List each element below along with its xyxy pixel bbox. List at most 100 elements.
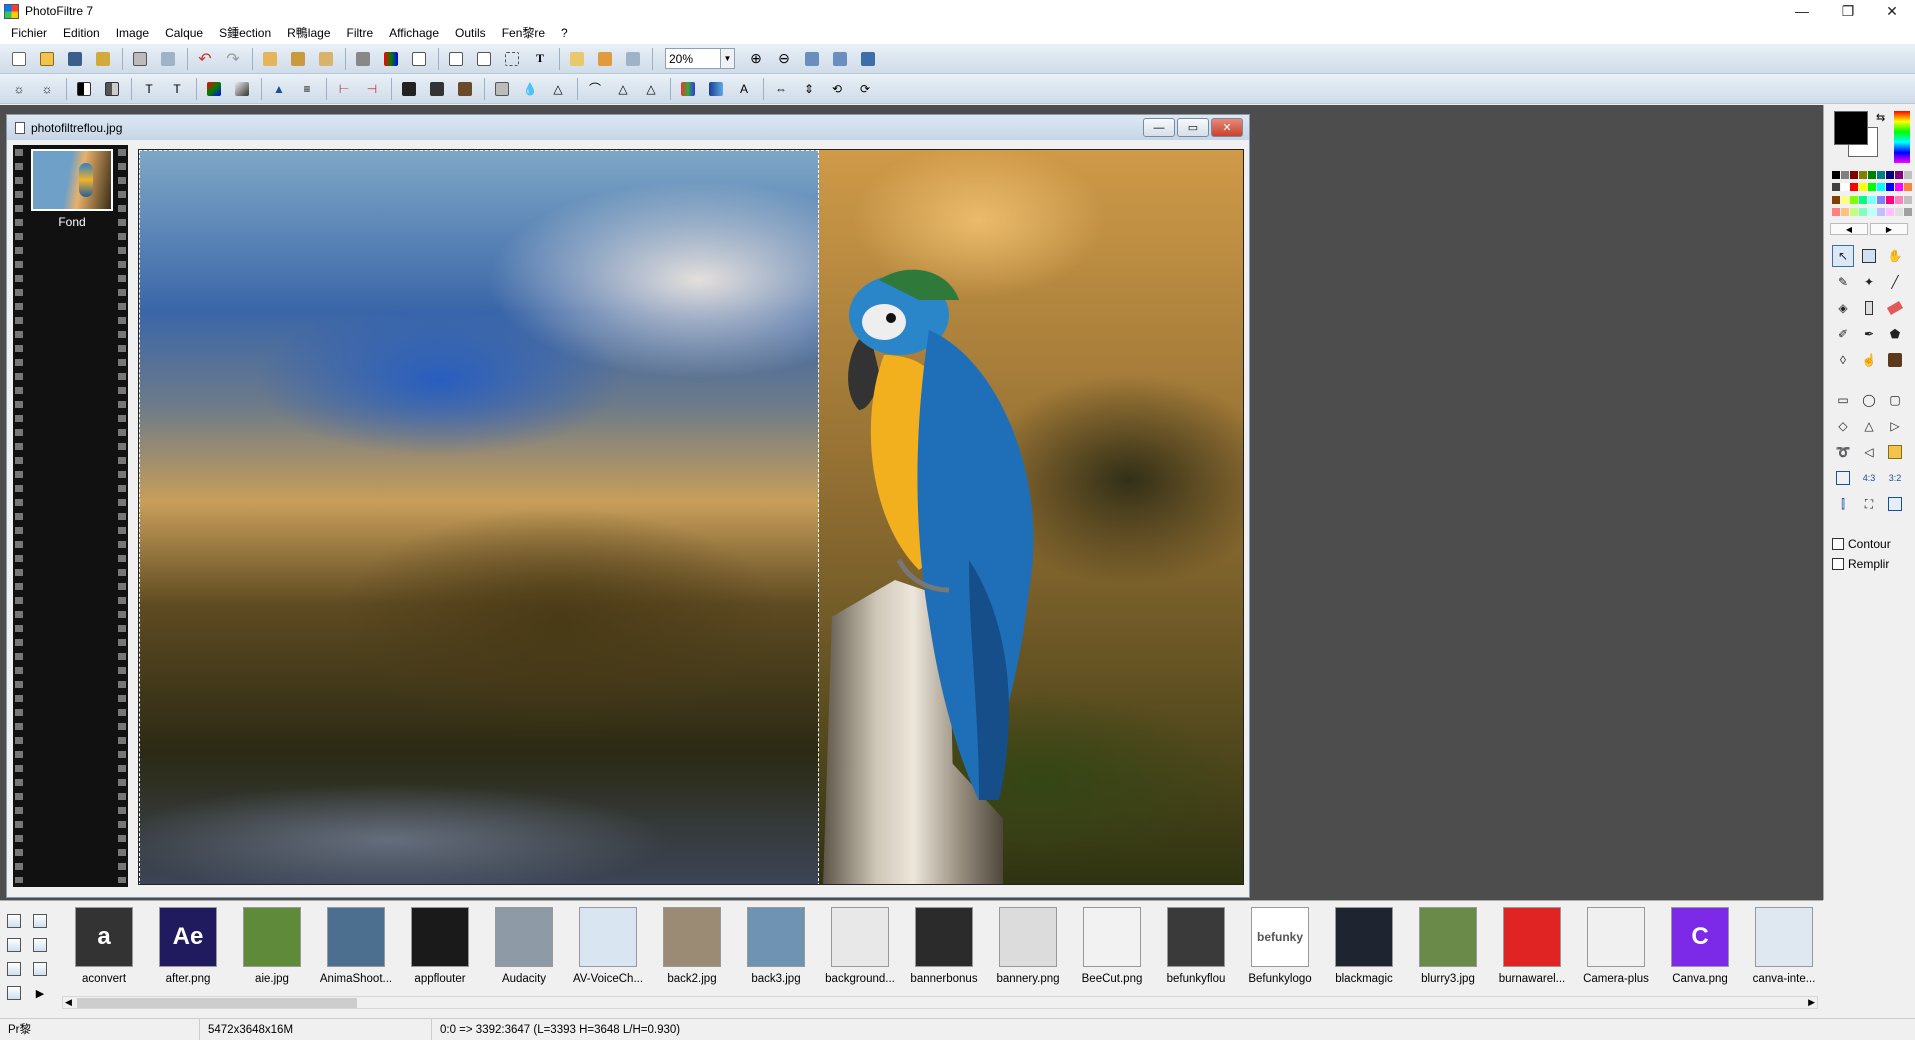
eraser-tool-icon[interactable]: [1884, 297, 1906, 319]
spray-tool-icon[interactable]: [1858, 297, 1880, 319]
palette-next-button[interactable]: ▶: [1870, 223, 1908, 235]
palette-swatch[interactable]: [1832, 171, 1840, 179]
image-size-icon[interactable]: [408, 48, 430, 70]
rotate-left-icon[interactable]: ⟲: [826, 78, 848, 100]
polygon-lasso-tool-icon[interactable]: ◁: [1858, 441, 1880, 463]
triangle-shape-icon[interactable]: △: [1858, 415, 1880, 437]
file-thumbnail-item[interactable]: burnawarel...: [1490, 907, 1574, 993]
saturation-up-icon[interactable]: T: [138, 78, 160, 100]
palette-swatch[interactable]: [1877, 171, 1885, 179]
browse-sort-icon[interactable]: [4, 959, 24, 979]
right-triangle-shape-icon[interactable]: ▷: [1884, 415, 1906, 437]
brightness-down-icon[interactable]: ☼: [36, 78, 58, 100]
swap-colors-icon[interactable]: ⇆: [1876, 111, 1885, 124]
brush-tool-icon[interactable]: ✐: [1832, 323, 1854, 345]
auto-levels-icon[interactable]: ⊢: [333, 78, 355, 100]
maximize-button[interactable]: ❐: [1825, 0, 1871, 22]
file-thumbnail-item[interactable]: Ae after.png: [146, 907, 230, 993]
menu-filtre[interactable]: Filtre: [339, 22, 382, 44]
scroll-left-icon[interactable]: ◀: [65, 997, 72, 1008]
browse-folder-icon[interactable]: [4, 911, 24, 931]
menu-edition[interactable]: Edition: [55, 22, 108, 44]
file-thumbnail-item[interactable]: back2.jpg: [650, 907, 734, 993]
file-thumbnail-item[interactable]: AV-VoiceCh...: [566, 907, 650, 993]
menu-selection[interactable]: S鍾ection: [211, 22, 279, 44]
options-icon[interactable]: [622, 48, 644, 70]
minimize-button[interactable]: —: [1779, 0, 1825, 22]
palette-swatch[interactable]: [1868, 171, 1876, 179]
menu-help[interactable]: ?: [553, 22, 576, 44]
zoom-select[interactable]: 20% ▼: [665, 48, 735, 69]
menu-image[interactable]: Image: [108, 22, 157, 44]
fit-window-icon[interactable]: [829, 48, 851, 70]
rotate-right-icon[interactable]: ⟳: [854, 78, 876, 100]
palette-swatch[interactable]: [1850, 195, 1858, 204]
browse-refresh-icon[interactable]: [30, 935, 50, 955]
flip-horizontal-icon[interactable]: ⇔: [770, 78, 792, 100]
emboss-icon[interactable]: [491, 78, 513, 100]
palette-swatch[interactable]: [1850, 183, 1858, 192]
palette-swatch[interactable]: [1841, 171, 1849, 179]
palette-swatch[interactable]: [1895, 207, 1903, 216]
remplir-option[interactable]: Remplir: [1832, 557, 1889, 571]
palette-swatch[interactable]: [1832, 207, 1840, 216]
hue-icon[interactable]: [705, 78, 727, 100]
palette-swatch[interactable]: [1877, 207, 1885, 216]
diamond-shape-icon[interactable]: ◇: [1832, 415, 1854, 437]
selection-frame-icon[interactable]: ⛶: [1858, 493, 1880, 515]
selection-settings-icon[interactable]: [1884, 493, 1906, 515]
advanced-brush-tool-icon[interactable]: ✒: [1858, 323, 1880, 345]
auto-contrast-icon[interactable]: ⊣: [361, 78, 383, 100]
palette-swatch[interactable]: [1868, 195, 1876, 204]
soften-icon[interactable]: △: [547, 78, 569, 100]
ratio-free-icon[interactable]: [1832, 467, 1854, 489]
contour-checkbox[interactable]: [1832, 538, 1844, 550]
file-thumbnail-item[interactable]: C Canva.png: [1658, 907, 1742, 993]
palette-swatch[interactable]: [1886, 171, 1894, 179]
doc-minimize-button[interactable]: —: [1143, 118, 1175, 137]
color-spectrum[interactable]: [1894, 111, 1910, 163]
open-folder-icon[interactable]: [36, 48, 58, 70]
eyedropper-tool-icon[interactable]: ✎: [1832, 271, 1854, 293]
stamp-tool-icon[interactable]: ⬟: [1884, 323, 1906, 345]
contrast-down-icon[interactable]: [101, 78, 123, 100]
ratio-3-2-icon[interactable]: 3:2: [1884, 467, 1906, 489]
blur-drop-tool-icon[interactable]: ◊: [1832, 349, 1854, 371]
magic-wand-tool-icon[interactable]: ✦: [1858, 271, 1880, 293]
blur-icon[interactable]: [398, 78, 420, 100]
line-tool-icon[interactable]: ╱: [1884, 271, 1906, 293]
palette-swatch[interactable]: [1859, 171, 1867, 179]
rgb-icon[interactable]: [203, 78, 225, 100]
cone-icon[interactable]: △: [612, 78, 634, 100]
actual-size-icon[interactable]: [801, 48, 823, 70]
menu-outils[interactable]: Outils: [447, 22, 494, 44]
new-file-icon[interactable]: [8, 48, 30, 70]
palette-swatch[interactable]: [1904, 195, 1912, 204]
palette-swatch[interactable]: [1904, 171, 1912, 179]
gamma-icon[interactable]: ▲: [268, 78, 290, 100]
menu-affichage[interactable]: Affichage: [381, 22, 447, 44]
explorer-icon[interactable]: [566, 48, 588, 70]
browse-parent-icon[interactable]: [4, 935, 24, 955]
levels-icon[interactable]: ≡: [296, 78, 318, 100]
color-balance-icon[interactable]: [677, 78, 699, 100]
grayscale-icon[interactable]: [231, 78, 253, 100]
file-thumbnail-item[interactable]: bannerbonus: [902, 907, 986, 993]
doc-maximize-button[interactable]: ▭: [1177, 118, 1209, 137]
palette-swatch[interactable]: [1832, 183, 1840, 192]
file-thumbnail-item[interactable]: appflouter: [398, 907, 482, 993]
fill-tool-icon[interactable]: ◈: [1832, 297, 1854, 319]
document-title-bar[interactable]: photofiltreflou.jpg — ▭ ✕: [7, 115, 1249, 140]
file-thumbnail-item[interactable]: background...: [818, 907, 902, 993]
menu-fichier[interactable]: Fichier: [3, 22, 55, 44]
saturation-down-icon[interactable]: T: [166, 78, 188, 100]
layer-move-tool-icon[interactable]: [1858, 245, 1880, 267]
noise-icon[interactable]: [454, 78, 476, 100]
palette-swatch[interactable]: [1895, 171, 1903, 179]
file-thumbnail-item[interactable]: blackmagic: [1322, 907, 1406, 993]
file-thumbnail-item[interactable]: befunky Befunkylogo: [1238, 907, 1322, 993]
file-thumbnail-item[interactable]: blurry3.jpg: [1406, 907, 1490, 993]
remplir-checkbox[interactable]: [1832, 558, 1844, 570]
close-button[interactable]: ✕: [1869, 0, 1915, 22]
fixed-size-icon[interactable]: ⫿: [1832, 493, 1854, 515]
